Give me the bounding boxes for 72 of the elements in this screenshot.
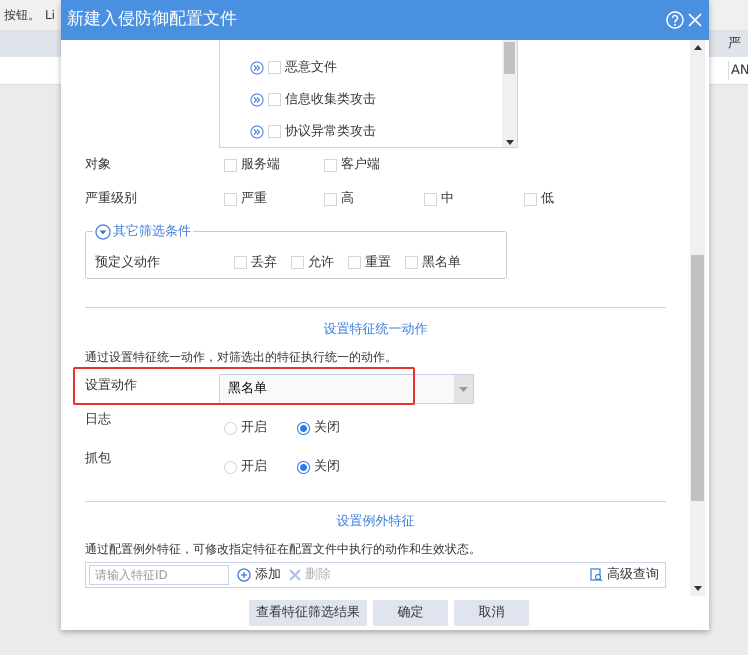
dialog-title: 新建入侵防御配置文件: [67, 8, 238, 32]
radio-label: 开启: [241, 458, 267, 476]
scroll-down-icon[interactable]: [506, 140, 514, 145]
column-header: 严: [728, 34, 742, 53]
section-heading: 设置特征统一动作: [322, 321, 428, 339]
section-description: 通过设置特征统一动作，对筛选出的特征执行统一的动作。: [85, 349, 398, 366]
list-scrollbar[interactable]: [502, 40, 517, 147]
add-button[interactable]: 添加: [237, 565, 281, 585]
help-icon[interactable]: [666, 11, 684, 29]
option-label: 服务端: [241, 156, 280, 174]
checkbox[interactable]: [324, 158, 337, 172]
plus-circle-icon: [237, 568, 251, 582]
action-label: 设置动作: [85, 377, 138, 395]
category-label: 信息收集类攻击: [285, 90, 376, 109]
checkbox[interactable]: [524, 192, 537, 206]
checkbox[interactable]: [324, 192, 337, 206]
option-label: 丢弃: [251, 254, 277, 272]
confirm-button[interactable]: 确定: [373, 600, 448, 626]
checkbox[interactable]: [291, 256, 304, 269]
feature-id-field[interactable]: 请输入特征ID: [89, 565, 229, 585]
close-icon[interactable]: [687, 12, 703, 28]
collapse-icon[interactable]: [95, 224, 111, 240]
option-label: 重置: [365, 254, 391, 272]
checkbox[interactable]: [268, 93, 281, 106]
option-label: 高: [341, 190, 354, 208]
scrollbar-thumb[interactable]: [504, 42, 515, 74]
checkbox[interactable]: [348, 256, 361, 269]
radio-label: 关闭: [314, 458, 340, 476]
scroll-down-icon[interactable]: [694, 586, 702, 591]
filter-label: 严重级别: [85, 190, 138, 208]
action-select[interactable]: 黑名单: [219, 374, 474, 404]
category-label: 协议异常类攻击: [285, 122, 376, 141]
filter-label: 预定义动作: [95, 254, 161, 272]
scrollbar-thumb[interactable]: [691, 255, 704, 501]
radio-group-label: 抓包: [85, 450, 112, 468]
background-text: Li: [45, 7, 56, 24]
group-legend: 其它筛选条件: [113, 222, 191, 242]
scroll-up-icon[interactable]: [694, 45, 702, 50]
background-text: 按钮。: [4, 7, 40, 24]
option-label: 黑名单: [422, 254, 461, 272]
dropdown-arrow-icon[interactable]: [459, 386, 468, 392]
radio-button[interactable]: [297, 422, 310, 434]
view-results-button[interactable]: 查看特征筛选结果: [249, 600, 367, 626]
dialog-scrollbar[interactable]: [690, 40, 705, 596]
option-label: 低: [541, 190, 554, 208]
checkbox[interactable]: [224, 192, 237, 206]
expand-icon[interactable]: [250, 124, 264, 138]
radio-button[interactable]: [297, 460, 310, 474]
expand-icon[interactable]: [250, 60, 264, 74]
section-heading: 设置例外特征: [336, 513, 416, 531]
checkbox[interactable]: [224, 158, 237, 172]
option-label: 客户端: [341, 156, 380, 174]
category-label: 恶意文件: [285, 58, 337, 77]
radio-group-label: 日志: [85, 411, 112, 429]
close-icon: [289, 569, 301, 581]
table-cell: AN: [728, 60, 748, 80]
cancel-button[interactable]: 取消: [454, 600, 529, 626]
checkbox[interactable]: [268, 125, 281, 138]
checkbox[interactable]: [405, 256, 418, 269]
expand-icon[interactable]: [250, 92, 264, 106]
radio-label: 开启: [241, 419, 267, 438]
option-label: 允许: [308, 254, 334, 272]
advanced-query-button[interactable]: 高级查询: [590, 565, 659, 585]
radio-label: 关闭: [314, 419, 340, 438]
search-document-icon: [590, 568, 603, 582]
checkbox[interactable]: [268, 61, 281, 74]
option-label: 中: [441, 190, 454, 208]
option-label: 严重: [241, 190, 267, 208]
section-description: 通过配置例外特征，可修改指定特征在配置文件中执行的动作和生效状态。: [85, 541, 482, 558]
checkbox[interactable]: [234, 256, 247, 269]
checkbox[interactable]: [424, 192, 437, 206]
filter-label: 对象: [85, 156, 112, 174]
